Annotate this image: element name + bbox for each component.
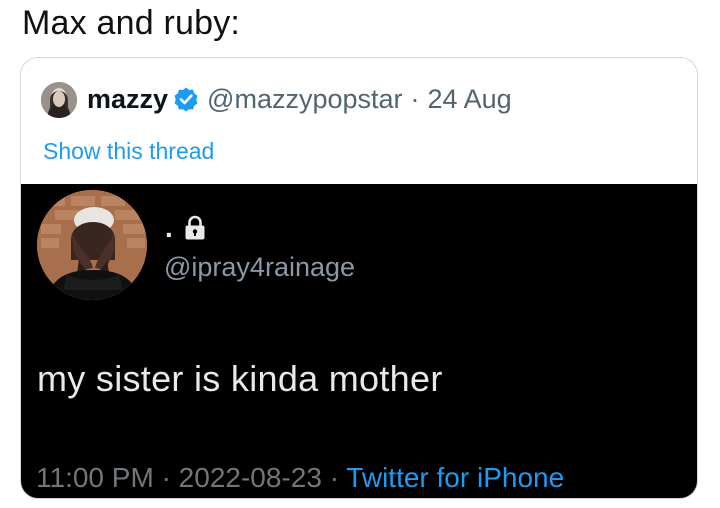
quoted-tweet-header: mazzy @mazzypopstar · 24 Aug Show this t… [21,58,697,184]
tweet-date[interactable]: 2022-08-23 [179,462,322,493]
meta-separator: · [161,462,171,493]
inner-author-handle[interactable]: @ipray4rainage [164,252,355,283]
quoted-tweet-card[interactable]: mazzy @mazzypopstar · 24 Aug Show this t… [20,57,698,499]
mazzy-avatar[interactable] [41,82,77,118]
tweet-text: my sister is kinda mother [37,358,443,399]
meta-separator: · [410,83,420,114]
embedded-tweet-image: . @ipray4rainage my sister is kinda moth… [21,184,697,498]
inner-author-row: . [165,210,207,246]
ipray4rainage-avatar[interactable] [37,190,147,300]
verified-badge-icon [173,86,199,112]
inner-author-name[interactable]: . [165,214,173,242]
tweet-meta: 11:00 PM · 2022-08-23 · Twitter for iPho… [36,462,564,494]
tweet-time[interactable]: 11:00 PM [36,462,154,493]
meta-separator: · [329,462,340,493]
quoted-tweet-author-row: mazzy @mazzypopstar · 24 Aug [87,81,512,117]
author-name[interactable]: mazzy [87,84,168,115]
caption-text: Max and ruby: [22,4,241,42]
tweet-date[interactable]: 24 Aug [428,84,512,115]
lock-icon [183,215,207,241]
tweet-source-link[interactable]: Twitter for iPhone [346,462,564,493]
show-thread-link[interactable]: Show this thread [43,138,214,165]
author-handle[interactable]: @mazzypopstar [207,84,402,115]
